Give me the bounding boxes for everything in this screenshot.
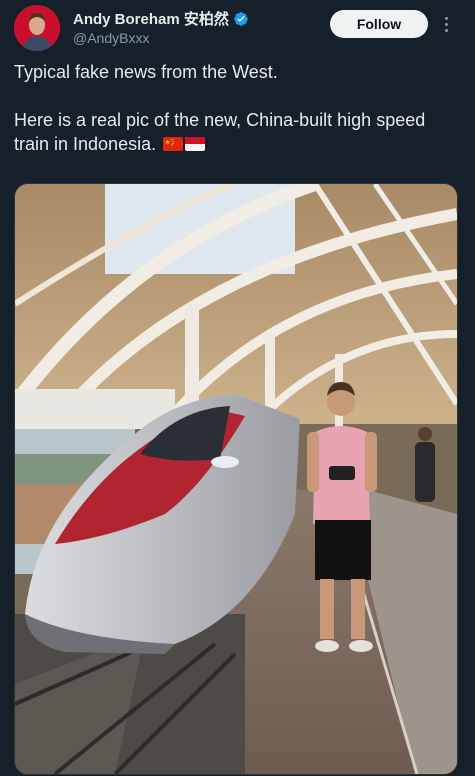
tweet-text-line-2: Here is a real pic of the new, China-bui… bbox=[14, 110, 426, 154]
avatar[interactable] bbox=[14, 5, 60, 51]
china-flag-icon bbox=[163, 137, 184, 151]
tweet-photo[interactable] bbox=[14, 183, 458, 775]
indonesia-flag-icon bbox=[185, 137, 206, 151]
train-station-photo bbox=[15, 184, 457, 774]
avatar-image bbox=[14, 5, 60, 51]
verified-badge-icon bbox=[234, 11, 248, 26]
author-name-row: Andy Boreham 安柏然 bbox=[73, 8, 249, 29]
author-display-name[interactable]: Andy Boreham 安柏然 bbox=[73, 8, 229, 29]
tweet-text: Typical fake news from the West. Here is… bbox=[14, 60, 459, 156]
follow-button[interactable]: Follow bbox=[330, 10, 428, 38]
author-handle[interactable]: @AndyBxxx bbox=[73, 30, 149, 46]
tweet-header: Andy Boreham 安柏然 @AndyBxxx Follow bbox=[0, 0, 475, 60]
tweet-text-line-1: Typical fake news from the West. bbox=[14, 62, 278, 82]
tweet-text-paragraph-2: Here is a real pic of the new, China-bui… bbox=[14, 108, 459, 156]
more-icon[interactable] bbox=[438, 12, 454, 36]
